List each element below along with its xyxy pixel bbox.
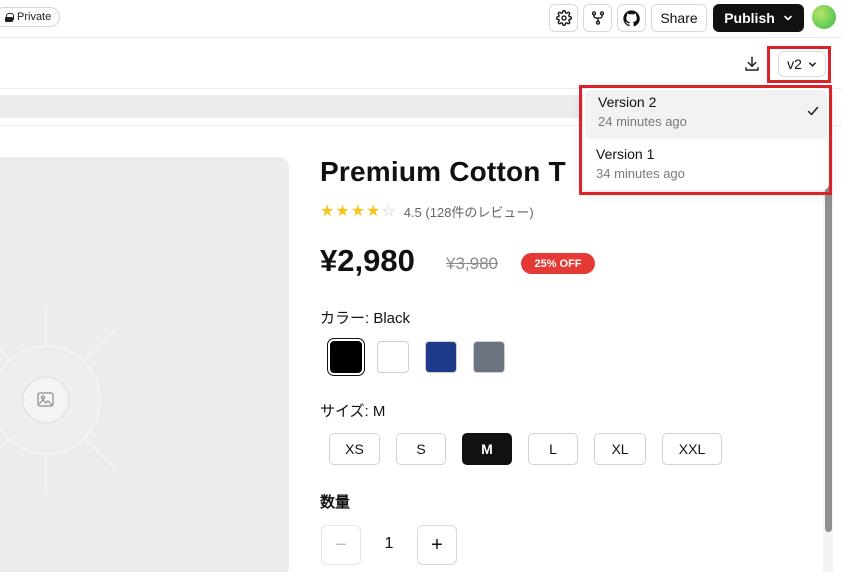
size-option-xl[interactable]: XL [594, 433, 646, 465]
star-outline-icon: ☆ [381, 202, 396, 220]
star-icon: ★ [366, 202, 381, 220]
github-icon [623, 9, 640, 26]
rating-text: 4.5 (128件のレビュー) [403, 205, 534, 220]
star-icon: ★ [350, 202, 366, 220]
quantity-label: 数量 [320, 494, 351, 511]
color-swatch-gray[interactable] [473, 341, 505, 373]
color-swatch-navy[interactable] [425, 341, 457, 373]
color-swatch-black[interactable] [328, 339, 364, 375]
quantity-decrease-button[interactable]: − [321, 525, 361, 565]
chevron-down-icon [783, 15, 792, 21]
rating-stars: ★ ★ ★ ★ ☆ [320, 203, 396, 221]
private-badge: Private [0, 7, 61, 27]
color-label: カラー: Black [320, 310, 411, 327]
version-select[interactable]: v2 [778, 51, 826, 77]
preview-address-bar [0, 95, 600, 118]
gear-icon [555, 10, 572, 26]
size-label: サイズ: M [320, 403, 386, 420]
size-option-l[interactable]: L [528, 433, 578, 465]
size-option-m[interactable]: M [462, 433, 512, 465]
star-icon: ★ [320, 202, 335, 220]
version-label: v2 [787, 56, 802, 72]
publish-button[interactable]: Publish [713, 4, 804, 32]
quantity-value: 1 [384, 535, 394, 552]
github-button[interactable] [617, 4, 646, 32]
lock-icon [5, 12, 14, 22]
star-icon: ★ [335, 202, 350, 220]
quantity-increase-button[interactable]: + [417, 525, 457, 565]
rating-row: ★ ★ ★ ★ ☆ 4.5 (128件のレビュー) [320, 202, 534, 221]
chevron-down-icon [808, 61, 816, 67]
size-option-xxl[interactable]: XXL [662, 433, 722, 465]
avatar[interactable] [812, 5, 836, 29]
scrollbar-thumb[interactable] [825, 170, 832, 532]
image-placeholder-graphic [0, 307, 117, 493]
price: ¥2,980 [320, 243, 415, 278]
product-image-placeholder [0, 157, 289, 572]
size-option-xs[interactable]: XS [329, 433, 380, 465]
original-price: ¥3,980 [446, 254, 498, 273]
share-button[interactable]: Share [651, 4, 707, 32]
settings-button[interactable] [549, 4, 578, 32]
color-swatch-white[interactable] [377, 341, 409, 373]
publish-label: Publish [724, 10, 775, 26]
private-label: Private [17, 11, 52, 23]
top-bar: Private Share Publish [0, 0, 842, 38]
download-button[interactable] [741, 53, 763, 75]
discount-badge: 25% OFF [521, 253, 595, 274]
version-dropdown-highlight [579, 85, 832, 195]
download-icon [745, 56, 759, 71]
size-option-s[interactable]: S [396, 433, 446, 465]
fork-button[interactable] [583, 4, 612, 32]
preview-toolbar [0, 39, 842, 89]
product-title: Premium Cotton T [320, 156, 566, 187]
fork-icon [591, 11, 604, 25]
